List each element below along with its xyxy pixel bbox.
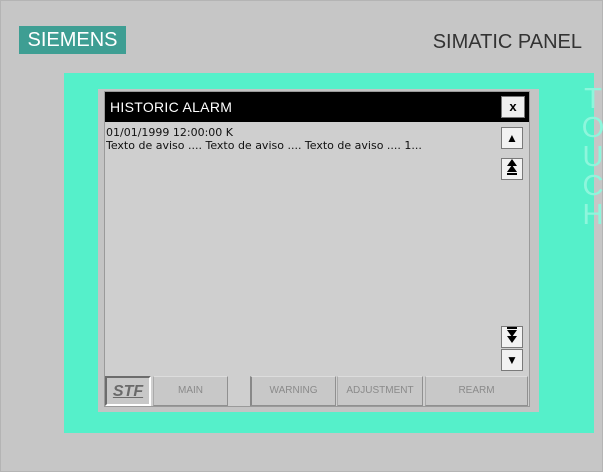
arrow-down-icon: ▼ — [506, 353, 518, 367]
product-name: SIMATIC PANEL — [432, 31, 582, 53]
arrow-up-icon: ▲ — [506, 131, 518, 145]
scroll-up-button[interactable]: ▲ — [501, 127, 523, 149]
brand-logo: SIEMENS — [19, 26, 126, 54]
scroll-page-up-button[interactable] — [501, 158, 523, 180]
alarm-list[interactable]: 01/01/1999 12:00:00 K Texto de aviso ...… — [105, 122, 493, 376]
historic-alarm-window: HISTORIC ALARM x 01/01/1999 12:00:00 K T… — [104, 91, 530, 407]
alarm-message: Texto de aviso .... Texto de aviso .... … — [106, 139, 422, 152]
window-title: HISTORIC ALARM — [110, 99, 233, 115]
touch-label: TOUCH — [581, 85, 603, 231]
close-button[interactable]: x — [501, 96, 525, 118]
scroll-page-down-button[interactable] — [501, 326, 523, 348]
window-titlebar: HISTORIC ALARM x — [105, 92, 529, 122]
rearm-button[interactable]: REARM — [425, 376, 528, 406]
adjustment-button[interactable]: ADJUSTMENT — [337, 376, 423, 406]
double-arrow-down-icon — [506, 327, 518, 346]
alarm-timestamp: 01/01/1999 12:00:00 K — [106, 126, 234, 139]
hmi-panel: SIEMENS SIMATIC PANEL TOUCH HISTORIC ALA… — [0, 0, 603, 472]
scroll-down-button[interactable]: ▼ — [501, 349, 523, 371]
function-key-bar: STF MAIN WARNING ADJUSTMENT REARM — [105, 376, 529, 406]
stf-logo-button[interactable]: STF — [105, 376, 151, 406]
warning-button[interactable]: WARNING — [250, 376, 336, 406]
main-button[interactable]: MAIN — [153, 376, 228, 406]
double-arrow-up-icon — [506, 159, 518, 178]
